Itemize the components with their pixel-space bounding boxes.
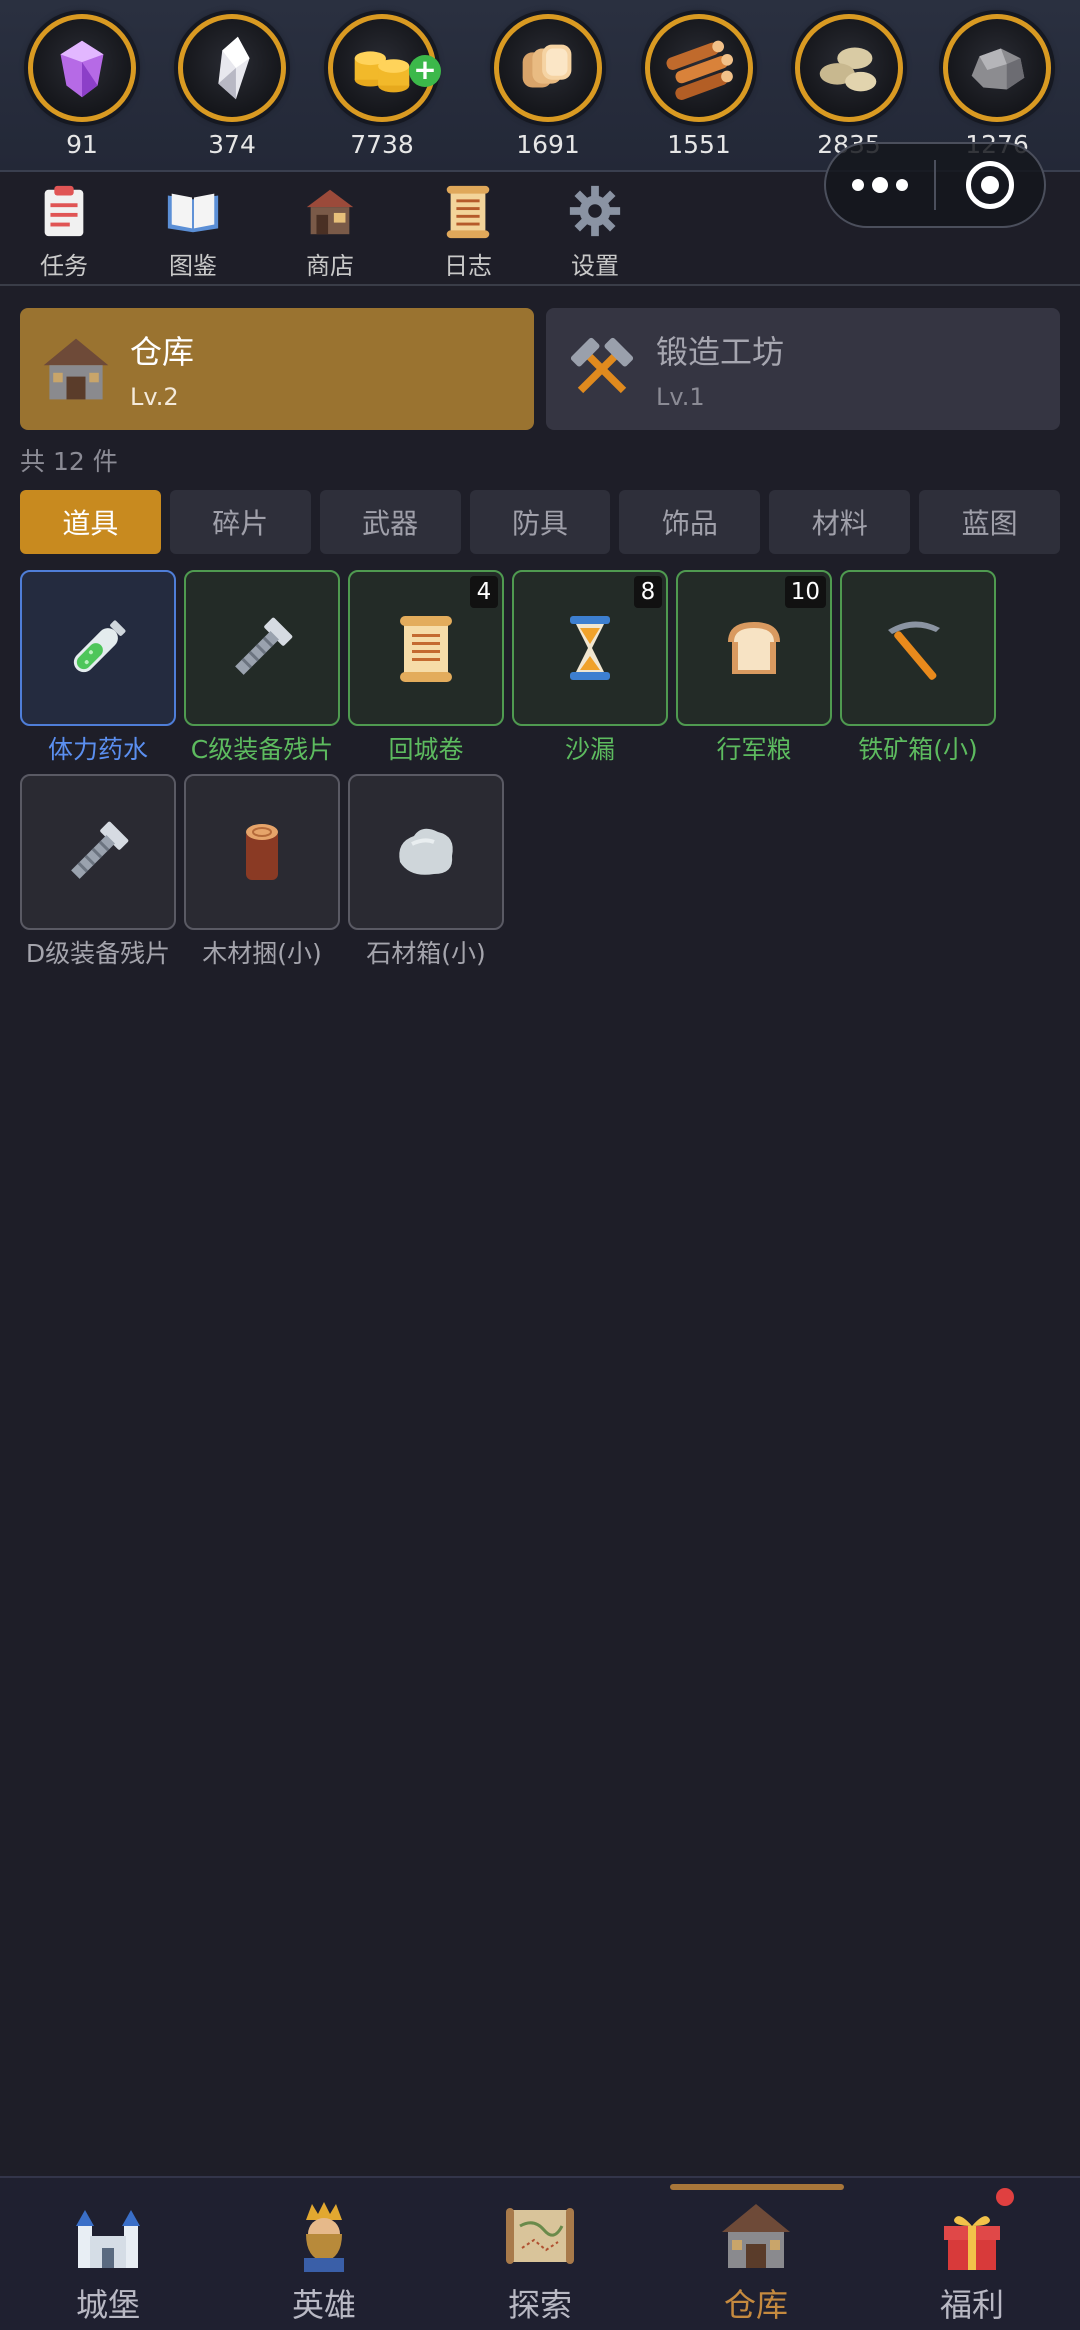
item-slot[interactable]: 8 [512,570,668,726]
item-name: 石材箱(小) [366,939,486,968]
tab-fragments[interactable]: 碎片 [169,490,311,554]
item-slot[interactable] [20,774,176,930]
pickaxe-icon [888,621,940,680]
resource-value: 7738 [350,130,414,159]
tool-log[interactable]: 日志 [418,182,518,282]
scroll-icon [446,185,490,239]
tab-materials[interactable]: 材料 [769,490,911,554]
bread-icon [494,14,602,122]
resource-value: 1691 [516,130,580,159]
item-slot[interactable] [840,570,996,726]
add-gold-button[interactable]: + [409,55,441,87]
bread-slice-icon [728,622,780,674]
category-tabs: 道具 碎片 武器 防具 饰品 材料 蓝图 [20,490,1061,554]
potion-icon [73,620,126,673]
tool-settings[interactable]: 设置 [545,182,645,282]
purple-gem-icon [28,14,136,122]
nav-welfare[interactable]: 福利 [902,2196,1042,2330]
resource-bread[interactable]: 1691 [488,14,608,164]
item-count: 共 12 件 [20,447,118,476]
resource-gem[interactable]: 91 [22,14,142,164]
nav-explore[interactable]: 探索 [470,2196,610,2330]
tab-items[interactable]: 道具 [20,490,161,554]
building-name: 仓库 [130,333,195,371]
gear-icon [569,185,621,237]
app-root: 91 374 + 7738 1691 1551 2835 任务 图鉴 商店 日志… [0,0,1080,2330]
bolt-icon [71,821,129,879]
stone-icon [399,828,453,875]
resource-gold[interactable]: + 7738 [322,14,442,164]
building-name: 锻造工坊 [656,333,785,371]
stones-icon [795,14,903,122]
building-tab-forge[interactable]: 锻造工坊 Lv.1 [546,308,1060,430]
building-level: Lv.2 [130,383,179,411]
tool-shop[interactable]: 商店 [280,182,380,282]
active-tab-indicator [670,2184,844,2190]
crystal-icon [178,14,286,122]
nav-label: 英雄 [291,2286,356,2324]
item-slot[interactable] [20,570,176,726]
resource-crystal[interactable]: 374 [172,14,292,164]
tool-tasks[interactable]: 任务 [14,182,114,282]
more-menu-button[interactable] [826,144,934,226]
hammers-icon [570,337,634,394]
castle-icon [76,2210,140,2268]
tool-label: 商店 [306,252,354,280]
building-level: Lv.1 [656,383,705,411]
hourglass-icon [570,616,610,680]
tab-blueprints[interactable]: 蓝图 [919,490,1061,554]
resource-value: 1551 [667,130,731,159]
close-miniprogram-button[interactable] [936,144,1044,226]
resource-value: 374 [208,130,256,159]
item-quantity: 10 [784,576,826,608]
nav-label: 福利 [939,2286,1004,2324]
item-slot[interactable]: 10 [676,570,832,726]
warehouse-icon [722,2204,790,2268]
clipboard-icon [44,185,84,237]
book-icon [167,193,219,233]
tool-label: 任务 [40,252,88,280]
item-slot[interactable]: 4 [348,570,504,726]
warehouse-icon [43,338,109,400]
gift-icon [944,2216,1000,2270]
notification-badge [996,2188,1014,2206]
hero-icon [304,2202,344,2272]
tool-label: 设置 [571,252,619,280]
building-tab-warehouse[interactable]: 仓库 Lv.2 [20,308,534,430]
wood-logs-icon [645,14,753,122]
nav-warehouse[interactable]: 仓库 [686,2196,826,2330]
tab-accessories[interactable]: 饰品 [619,490,761,554]
item-name: 铁矿箱(小) [858,735,978,764]
resource-wood[interactable]: 1551 [639,14,759,164]
item-quantity: 8 [634,576,662,608]
item-quantity: 4 [470,576,498,608]
shop-icon [306,189,354,235]
tool-label: 日志 [444,252,492,280]
tool-label: 图鉴 [169,252,217,280]
bottom-nav: 城堡 英雄 探索 仓库 福利 [0,2176,1080,2330]
resource-value: 91 [66,130,98,159]
nav-label: 城堡 [75,2286,140,2324]
item-slot[interactable] [348,774,504,930]
nav-label: 仓库 [723,2286,788,2324]
item-slot[interactable] [184,570,340,726]
log-icon [246,824,278,880]
tab-armor[interactable]: 防具 [469,490,611,554]
tool-codex[interactable]: 图鉴 [143,182,243,282]
nav-hero[interactable]: 英雄 [254,2196,394,2330]
nav-label: 探索 [507,2286,572,2324]
bolt-icon [235,617,293,675]
gold-coins-icon: + [328,14,441,122]
scroll-icon [400,616,452,682]
item-slot[interactable] [184,774,340,930]
map-icon [506,2208,574,2264]
iron-ore-icon [943,14,1051,122]
nav-castle[interactable]: 城堡 [38,2196,178,2330]
tab-weapons[interactable]: 武器 [319,490,461,554]
mini-program-capsule [824,142,1046,228]
